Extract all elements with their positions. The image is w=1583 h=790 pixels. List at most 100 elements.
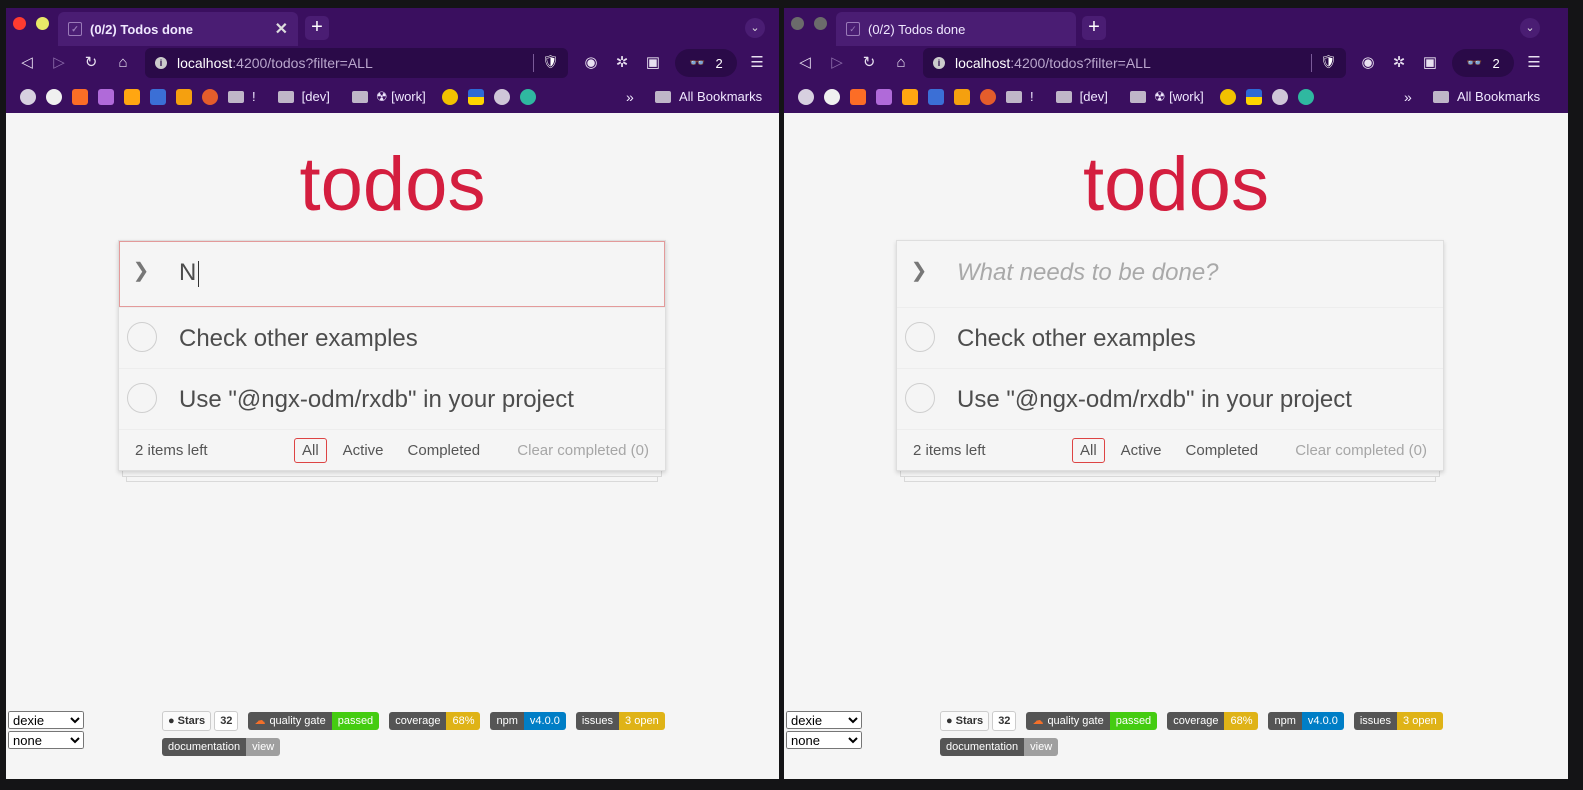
extension-icon[interactable]: ✲	[611, 52, 633, 74]
npm-badge[interactable]: npm v4.0.0	[490, 712, 566, 730]
quality-gate-badge[interactable]: ☁ quality gate passed	[248, 712, 380, 730]
address-bar[interactable]: i localhost:4200/todos?filter=ALL 🛡	[923, 48, 1346, 78]
close-tab-icon[interactable]: ✕	[275, 19, 288, 39]
bulb-icon[interactable]	[493, 88, 510, 105]
all-bookmarks-button[interactable]: All Bookmarks	[1433, 89, 1540, 104]
bookmark-folder-excl[interactable]: !	[228, 86, 256, 108]
github-icon[interactable]	[46, 88, 62, 105]
bookmark-folder-work[interactable]: ☢ [work]	[1129, 86, 1204, 108]
bookmark-folder-excl[interactable]: !	[1006, 86, 1034, 108]
reload-icon[interactable]: ↻	[858, 52, 880, 74]
todo-checkbox[interactable]	[905, 322, 935, 352]
back-icon[interactable]: ◁	[16, 52, 38, 74]
ukraine-flag-icon[interactable]	[1245, 88, 1262, 105]
address-bar[interactable]: i localhost:4200/todos?filter=ALL 🛡	[145, 48, 568, 78]
minimize-window-button[interactable]	[814, 17, 827, 30]
sidebar-icon[interactable]: ▣	[1419, 52, 1441, 74]
sidebar-icon[interactable]: ▣	[642, 52, 664, 74]
filter-active[interactable]: Active	[1113, 438, 1170, 463]
clear-completed-button[interactable]: Clear completed (0)	[1295, 442, 1427, 459]
storage-select[interactable]: dexie	[8, 711, 84, 729]
menu-icon[interactable]: ☰	[746, 52, 768, 74]
bookmarks-overflow-button[interactable]: »	[626, 89, 634, 105]
bookmark-folder-dev[interactable]: [dev]	[277, 86, 330, 108]
grid-app-icon[interactable]	[928, 88, 944, 105]
documentation-badge[interactable]: documentation view	[940, 738, 1059, 756]
sun-icon[interactable]	[1219, 88, 1236, 105]
extension-icon[interactable]: ✲	[1388, 52, 1410, 74]
github-stars-badge[interactable]: ● Stars 32	[940, 711, 1017, 731]
todo-label[interactable]: Check other examples	[957, 325, 1196, 353]
filter-all[interactable]: All	[1072, 438, 1105, 463]
rewards-icon[interactable]: ◉	[1357, 52, 1379, 74]
coverage-badge[interactable]: coverage 68%	[1167, 712, 1259, 730]
rewards-icon[interactable]: ◉	[580, 52, 602, 74]
gitlab-icon[interactable]	[850, 88, 866, 105]
bookmark-app-icon[interactable]	[98, 88, 114, 105]
documentation-badge[interactable]: documentation view	[162, 738, 281, 756]
forward-icon[interactable]: ▷	[48, 52, 70, 74]
todo-label[interactable]: Use "@ngx-odm/rxdb" in your project	[957, 386, 1352, 414]
private-windows-pill[interactable]: 👓 2	[675, 49, 737, 77]
todo-label[interactable]: Check other examples	[179, 325, 418, 353]
globe-icon[interactable]	[20, 88, 36, 105]
clear-completed-button[interactable]: Clear completed (0)	[517, 442, 649, 459]
issues-badge[interactable]: issues 3 open	[1353, 712, 1443, 730]
secondary-select[interactable]: none	[8, 731, 84, 749]
coverage-badge[interactable]: coverage 68%	[389, 712, 481, 730]
brave-shield-icon[interactable]: 🛡	[533, 54, 559, 72]
menu-icon[interactable]: ☰	[1523, 52, 1545, 74]
bookmark-folder-dev[interactable]: [dev]	[1055, 86, 1108, 108]
filter-active[interactable]: Active	[335, 438, 392, 463]
globe-icon[interactable]	[798, 88, 814, 105]
todo-label[interactable]: Use "@ngx-odm/rxdb" in your project	[179, 386, 574, 414]
new-todo-input[interactable]	[957, 256, 1417, 290]
minimize-window-button[interactable]	[36, 17, 49, 30]
back-icon[interactable]: ◁	[794, 52, 816, 74]
reload-icon[interactable]: ↻	[80, 52, 102, 74]
filter-completed[interactable]: Completed	[1178, 438, 1267, 463]
home-icon[interactable]: ⌂	[112, 52, 134, 74]
npm-badge[interactable]: npm v4.0.0	[1268, 712, 1344, 730]
bookmarks-overflow-button[interactable]: »	[1404, 89, 1412, 105]
chevron-down-icon[interactable]: ⌄	[745, 18, 765, 38]
github-icon[interactable]	[824, 88, 840, 105]
tab-active[interactable]: ✓ (0/2) Todos done	[836, 12, 1076, 46]
gitlab-icon[interactable]	[72, 88, 88, 105]
all-bookmarks-button[interactable]: All Bookmarks	[655, 89, 762, 104]
secondary-select[interactable]: none	[786, 731, 862, 749]
close-window-button[interactable]	[791, 17, 804, 30]
forward-icon[interactable]: ▷	[826, 52, 848, 74]
site-info-icon[interactable]: i	[155, 57, 167, 69]
firebase-icon[interactable]	[124, 88, 140, 105]
analytics-icon[interactable]	[176, 88, 192, 105]
private-windows-pill[interactable]: 👓 2	[1452, 49, 1514, 77]
close-window-button[interactable]	[13, 17, 26, 30]
site-info-icon[interactable]: i	[933, 57, 945, 69]
github-stars-badge[interactable]: ● Stars 32	[162, 711, 239, 731]
todo-checkbox[interactable]	[127, 322, 157, 352]
quality-gate-badge[interactable]: ☁ quality gate passed	[1026, 712, 1158, 730]
ukraine-flag-icon[interactable]	[467, 88, 484, 105]
brave-shield-icon[interactable]: 🛡	[1311, 54, 1337, 72]
toggle-all-chevron-icon[interactable]: ❯	[907, 259, 931, 283]
openai-icon[interactable]	[519, 88, 536, 105]
storage-select[interactable]: dexie	[786, 711, 862, 729]
new-tab-button[interactable]: +	[1082, 16, 1106, 40]
firebase-icon[interactable]	[902, 88, 918, 105]
circles-icon[interactable]	[980, 88, 996, 105]
filter-all[interactable]: All	[294, 438, 327, 463]
new-tab-button[interactable]: +	[305, 16, 329, 40]
bookmark-app-icon[interactable]	[876, 88, 892, 105]
chevron-down-icon[interactable]: ⌄	[1520, 18, 1540, 38]
bulb-icon[interactable]	[1271, 88, 1288, 105]
home-icon[interactable]: ⌂	[890, 52, 912, 74]
sun-icon[interactable]	[441, 88, 458, 105]
grid-app-icon[interactable]	[150, 88, 166, 105]
openai-icon[interactable]	[1297, 88, 1314, 105]
todo-checkbox[interactable]	[905, 383, 935, 413]
circles-icon[interactable]	[202, 88, 218, 105]
analytics-icon[interactable]	[954, 88, 970, 105]
filter-completed[interactable]: Completed	[400, 438, 489, 463]
tab-active[interactable]: ✓ (0/2) Todos done ✕	[58, 12, 298, 46]
